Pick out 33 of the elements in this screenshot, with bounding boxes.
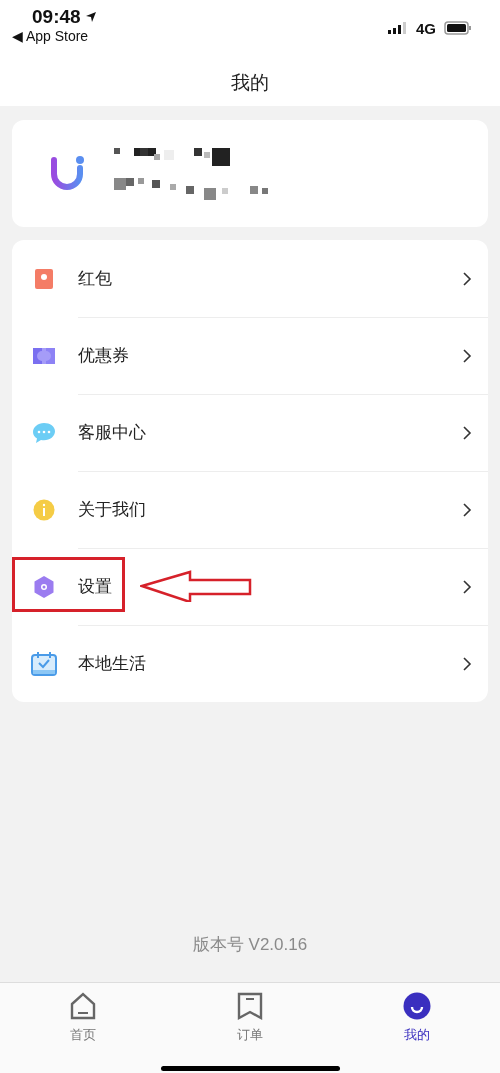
tab-item[interactable]: 我的 [333,983,500,1044]
version-label: 版本号 V2.0.16 [192,935,308,954]
tab-item[interactable]: 订单 [166,983,334,1044]
bookmark-icon [237,992,263,1020]
menu-item[interactable]: 红包 [12,240,488,317]
calendar-icon [30,650,58,677]
menu-item[interactable]: 优惠券 [12,317,488,394]
battery-icon [444,21,472,35]
settings-icon [33,574,55,599]
chevron-right-icon [463,579,472,594]
page-title: 我的 [231,71,269,95]
signal-icon [388,22,408,34]
home-icon [69,992,98,1020]
ticket-icon [32,346,56,365]
tab-item[interactable]: 首页 [0,983,167,1044]
chat-bubble-icon [32,421,56,444]
menu-item[interactable]: 关于我们 [12,471,488,548]
status-time: 09:48 [32,6,97,28]
chevron-right-icon [463,348,472,363]
network-type: 4G [416,19,436,37]
smiley-icon [402,992,431,1020]
chevron-right-icon [463,425,472,440]
chevron-right-icon [463,502,472,517]
location-arrow-icon [84,11,97,23]
info-icon [33,498,55,521]
chevron-right-icon [463,271,472,286]
menu-item[interactable]: 客服中心 [12,394,488,471]
menu-item[interactable]: 设置 [12,548,488,625]
profile-card[interactable] [12,120,488,227]
chevron-right-icon [463,656,472,671]
back-to-app-link[interactable]: ◀ App Store [12,28,97,44]
menu-item[interactable]: 本地生活 [12,625,488,702]
envelope-icon [34,267,54,290]
